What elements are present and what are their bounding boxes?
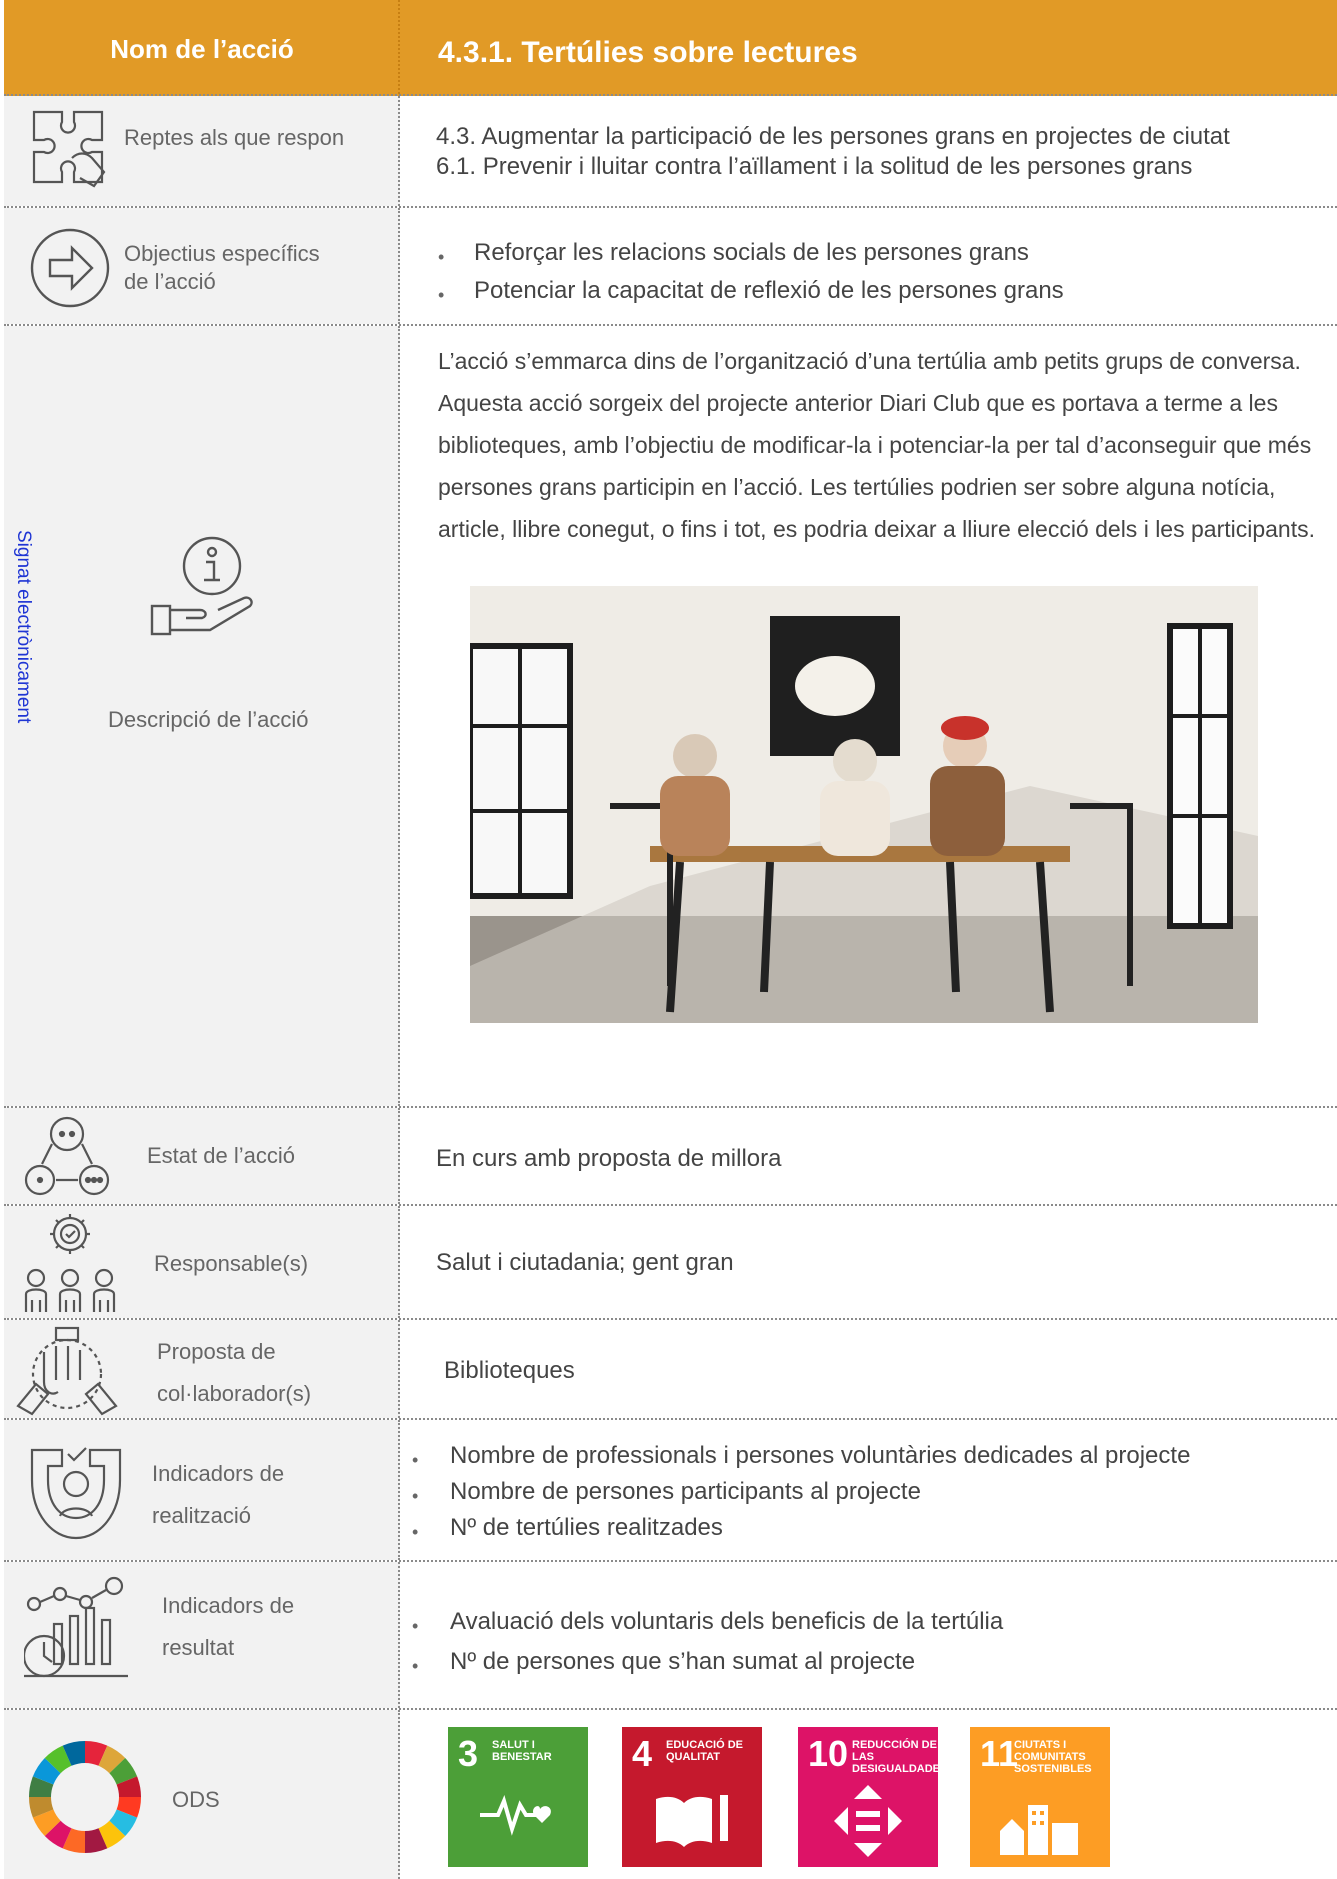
row-objectius: Objectius específics de l’acció Reforçar… [4, 208, 1337, 326]
sdg-title: EDUCACIÓ DE QUALITAT [666, 1739, 744, 1763]
growth-chart-icon [24, 1576, 128, 1686]
resultat-list: Avaluació dels voluntaris dels beneficis… [412, 1602, 1003, 1686]
reptes-label: Reptes als que respon [124, 125, 345, 150]
row-indicadors-resultat: Indicadors de resultat Avaluació dels vo… [4, 1562, 1337, 1710]
sdg-number: 10 [808, 1733, 849, 1774]
realitzacio-label-1: Indicadors de [152, 1461, 285, 1486]
collaboradors-value: Biblioteques [444, 1357, 575, 1384]
resultat-label-2: resultat [162, 1635, 235, 1660]
sdg-wheel-icon [26, 1738, 144, 1856]
action-sheet: Nom de l’acció 4.3.1. Tertúlies sobre le… [4, 0, 1337, 1879]
list-item: Nº de persones que s’han sumat al projec… [412, 1642, 1003, 1686]
row-indicadors-realitzacio: Indicadors de realització Nombre de prof… [4, 1420, 1337, 1562]
sdg-title: REDUCCIÓN DE LAS DESIGUALDADES [852, 1739, 948, 1775]
row-responsables: Responsable(s) Salut i ciutadania; gent … [4, 1206, 1337, 1320]
info-hand-icon [146, 526, 260, 640]
descripcio-label: Descripció de l’acció [108, 707, 309, 732]
repte-line-1: 4.3. Augmentar la participació de les pe… [436, 123, 1230, 150]
list-item: Potenciar la capacitat de reflexió de le… [438, 272, 1064, 314]
sdg-title: SALUT I BENESTAR [492, 1739, 552, 1763]
repte-line-2: 6.1. Prevenir i lluitar contra l’aïllame… [436, 153, 1193, 180]
row-reptes: Reptes als que respon 4.3. Augmentar la … [4, 96, 1337, 208]
estat-label: Estat de l’acció [147, 1143, 295, 1168]
elderly-tertulia-photo [470, 586, 1258, 1023]
sdg-title: CIUTATS I COMUNITATS SOSTENIBLES [1014, 1739, 1092, 1775]
realitzacio-label-2: realització [152, 1503, 252, 1528]
estat-value: En curs amb proposta de millora [436, 1145, 782, 1172]
list-item: Nombre de persones participants al proje… [412, 1474, 1190, 1514]
arrow-right-circle-icon [28, 226, 112, 310]
header-left-title: Nom de l’acció [110, 34, 294, 64]
list-item: Reforçar les relacions socials de les pe… [438, 234, 1064, 276]
responsables-label: Responsable(s) [154, 1251, 309, 1276]
row-collaboradors: Proposta de col·laborador(s) Biblioteque… [4, 1320, 1337, 1420]
realitzacio-list: Nombre de professionals i persones volun… [412, 1438, 1190, 1550]
person-magnet-icon [24, 1440, 128, 1544]
ods-label: ODS [172, 1787, 220, 1812]
list-item: Avaluació dels voluntaris dels beneficis… [412, 1602, 1003, 1646]
sdg-tile-11: 11 CIUTATS I COMUNITATS SOSTENIBLES [970, 1727, 1110, 1867]
descripcio-text: L’acció s’emmarca dins de l’organització… [438, 348, 1315, 542]
handshake-icon [14, 1326, 120, 1416]
sdg-number: 3 [458, 1733, 479, 1774]
book-pencil-icon [656, 1795, 728, 1847]
team-gear-icon [22, 1212, 118, 1316]
collaboradors-label-1: Proposta de [157, 1339, 276, 1364]
puzzle-hand-icon [28, 106, 112, 194]
list-item: Nombre de professionals i persones volun… [412, 1438, 1190, 1478]
collaboradors-label-2: col·laborador(s) [157, 1381, 312, 1406]
city-buildings-icon [1000, 1805, 1078, 1855]
heartbeat-icon [480, 1795, 551, 1836]
sdg-tile-10: 10 REDUCCIÓN DE LAS DESIGUALDADES [798, 1727, 947, 1867]
electronic-signature-stamp: Signat electrònicament [13, 530, 34, 724]
sdg-number: 11 [980, 1733, 1019, 1774]
equality-arrows-icon [834, 1785, 902, 1857]
list-item: Nº de tertúlies realitzades [412, 1510, 1190, 1550]
sdg-number: 4 [632, 1733, 653, 1774]
header-action-title: 4.3.1. Tertúlies sobre lectures [438, 36, 858, 69]
row-estat: Estat de l’acció En curs amb proposta de… [4, 1108, 1337, 1206]
resultat-label-1: Indicadors de [162, 1593, 295, 1618]
sdg-tile-4: 4 EDUCACIÓ DE QUALITAT [622, 1727, 762, 1867]
objectius-label: Objectius específics de l’acció [124, 241, 320, 294]
responsables-value: Salut i ciutadania; gent gran [436, 1249, 734, 1276]
workflow-icon [22, 1114, 112, 1200]
sdg-tile-3: 3 SALUT I BENESTAR [448, 1727, 588, 1867]
objectius-list: Reforçar les relacions socials de les pe… [438, 234, 1064, 314]
header-row: Nom de l’acció 4.3.1. Tertúlies sobre le… [4, 0, 1337, 96]
